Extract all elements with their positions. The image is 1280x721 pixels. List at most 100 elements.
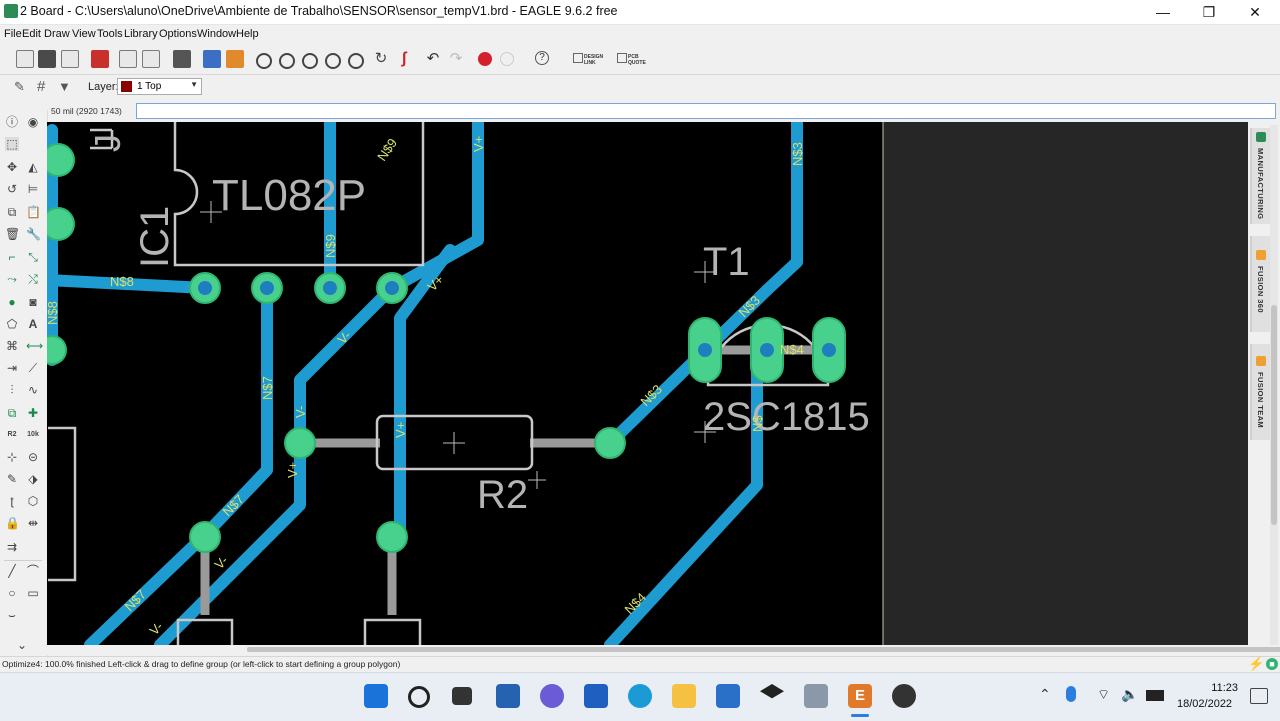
menu-options[interactable]: Options bbox=[159, 28, 197, 40]
length-icon[interactable]: ∿ bbox=[26, 383, 40, 397]
print-icon[interactable] bbox=[61, 50, 79, 68]
menu-edit[interactable]: Edit bbox=[22, 28, 41, 40]
help-icon[interactable]: ? bbox=[535, 51, 549, 65]
ripup-icon[interactable]: ⤳ bbox=[5, 272, 19, 286]
optimize-icon[interactable]: ⤭ bbox=[26, 272, 40, 286]
menu-window[interactable]: Window bbox=[197, 28, 236, 40]
menu-view[interactable]: View bbox=[72, 28, 96, 40]
save-icon[interactable] bbox=[38, 50, 56, 68]
maximize-button[interactable]: ❐ bbox=[1186, 0, 1232, 24]
align-icon[interactable]: ⊨ bbox=[26, 182, 40, 196]
teams-chat-icon[interactable] bbox=[540, 684, 564, 708]
menu-help[interactable]: Help bbox=[236, 28, 259, 40]
redraw-icon[interactable]: ↻ bbox=[372, 50, 390, 68]
copy-icon[interactable]: ⧉ bbox=[5, 205, 19, 219]
wifi-icon[interactable]: ⌔ bbox=[1097, 686, 1110, 704]
move-icon[interactable]: ✥ bbox=[5, 160, 19, 174]
group-polygon-icon[interactable]: ⬡ bbox=[26, 494, 40, 508]
new-file-icon[interactable] bbox=[16, 50, 34, 68]
miter-icon[interactable]: ⟋ bbox=[26, 361, 40, 375]
autorouter-icon[interactable]: ⌘ bbox=[5, 339, 19, 353]
cam-processor-icon[interactable] bbox=[91, 50, 109, 68]
layer-select[interactable]: 1 Top ▼ bbox=[117, 78, 202, 95]
vertical-scrollbar[interactable] bbox=[1270, 125, 1278, 645]
cam-icon[interactable] bbox=[173, 50, 191, 68]
arc-icon[interactable]: ⌒ bbox=[26, 564, 40, 578]
circle-icon[interactable]: ○ bbox=[5, 586, 19, 600]
menu-draw[interactable]: Draw bbox=[44, 28, 70, 40]
polygon-icon[interactable]: ⬠ bbox=[5, 317, 19, 331]
close-button[interactable]: ✕ bbox=[1232, 0, 1278, 24]
battery-icon[interactable] bbox=[1146, 690, 1164, 701]
eagle-taskbar-icon[interactable]: E bbox=[848, 684, 872, 708]
edge-icon[interactable] bbox=[628, 684, 652, 708]
design-link-button[interactable]: DESIGN LINK bbox=[584, 54, 606, 66]
snap-layouts-icon[interactable] bbox=[496, 684, 520, 708]
ulp-icon[interactable] bbox=[226, 50, 244, 68]
value-icon[interactable]: 10k bbox=[26, 428, 40, 442]
meander-icon[interactable]: ⫶ bbox=[5, 383, 19, 397]
select-icon[interactable]: ⬚ bbox=[5, 137, 19, 151]
pcb-quote-button[interactable]: PCB QUOTE bbox=[628, 54, 650, 66]
rectangle-icon[interactable]: ▭ bbox=[26, 586, 40, 600]
store-icon[interactable] bbox=[584, 684, 608, 708]
vertical-scroll-thumb[interactable] bbox=[1271, 305, 1277, 525]
stop-icon[interactable] bbox=[478, 52, 492, 66]
undo-icon[interactable]: ↶ bbox=[424, 50, 442, 68]
script-icon[interactable] bbox=[203, 50, 221, 68]
expand-palette-icon[interactable]: ⌄ bbox=[15, 638, 29, 652]
tag-icon[interactable]: ⬗ bbox=[26, 472, 40, 486]
mirror-icon[interactable]: ◭ bbox=[26, 160, 40, 174]
menu-file[interactable]: File bbox=[4, 28, 22, 40]
zoom-out-icon[interactable] bbox=[302, 53, 318, 69]
windows-start-icon[interactable] bbox=[364, 684, 388, 708]
redo-icon[interactable]: ↷ bbox=[447, 50, 465, 68]
via-icon[interactable]: ● bbox=[5, 295, 19, 309]
stop-command-icon[interactable]: ■ bbox=[1266, 658, 1278, 670]
wrench-icon[interactable]: 🔧 bbox=[26, 227, 41, 241]
clock-date[interactable]: 18/02/2022 bbox=[1177, 698, 1232, 710]
route-icon[interactable]: ⌐ bbox=[5, 250, 19, 264]
filter-icon[interactable]: ▼ bbox=[58, 80, 74, 94]
signal-icon[interactable]: ⟷ bbox=[26, 339, 43, 353]
zoom-in-icon[interactable] bbox=[279, 53, 295, 69]
gateswap-icon[interactable]: ⇉ bbox=[5, 540, 19, 554]
tab-fusion-team[interactable]: FUSION TEAM bbox=[1250, 344, 1270, 440]
horizontal-scrollbar[interactable] bbox=[47, 645, 1280, 655]
fanout-icon[interactable]: ⧉ bbox=[5, 406, 19, 420]
volume-icon[interactable]: 🔈 bbox=[1121, 686, 1138, 703]
wire-icon[interactable]: ╱ bbox=[5, 564, 19, 578]
delete-icon[interactable]: 🗑 bbox=[5, 227, 20, 241]
tab-manufacturing[interactable]: MANUFACTURING bbox=[1250, 128, 1270, 224]
menu-library[interactable]: Library bbox=[124, 28, 158, 40]
chevron-up-icon[interactable]: ⌃ bbox=[1039, 686, 1051, 703]
smash-icon[interactable]: ⊹ bbox=[5, 450, 19, 464]
ratio-icon[interactable]: R2 bbox=[5, 428, 19, 442]
rotate-icon[interactable]: ↺ bbox=[5, 182, 19, 196]
horizontal-scroll-thumb[interactable] bbox=[247, 647, 1280, 652]
grid-icon[interactable]: # bbox=[37, 79, 53, 95]
mail-icon[interactable] bbox=[716, 684, 740, 708]
microphone-icon[interactable] bbox=[1066, 686, 1076, 702]
show-eye-icon[interactable]: ◉ bbox=[26, 115, 40, 129]
group-icon[interactable]: ʈ bbox=[5, 494, 19, 508]
tab-fusion-360[interactable]: FUSION 360 bbox=[1250, 236, 1270, 332]
minimize-button[interactable]: — bbox=[1140, 0, 1186, 24]
clock-time[interactable]: 11:23 bbox=[1208, 682, 1238, 694]
layer-settings-icon[interactable]: ✎ bbox=[14, 80, 30, 94]
notifications-icon[interactable] bbox=[1250, 688, 1268, 704]
zoom-redraw-icon[interactable] bbox=[325, 53, 341, 69]
task-view-icon[interactable] bbox=[452, 687, 472, 705]
info-icon[interactable]: ⓘ bbox=[5, 115, 19, 129]
schematic-icon[interactable] bbox=[142, 50, 160, 68]
go-icon[interactable] bbox=[500, 52, 514, 66]
attribute-icon[interactable]: ✎ bbox=[5, 472, 19, 486]
command-input[interactable] bbox=[136, 103, 1276, 119]
pcb-canvas[interactable]: TL082P IC1 J T1 2SC1815 R2 N$9 V+ N$3 N$… bbox=[47, 122, 1269, 645]
lightning-icon[interactable]: ⚡ bbox=[1248, 657, 1264, 671]
change-icon[interactable]: ⊝ bbox=[26, 450, 40, 464]
hole-icon[interactable]: ◙ bbox=[26, 295, 40, 309]
zoom-fit-icon[interactable] bbox=[256, 53, 272, 69]
ratsnest-icon[interactable]: ʃ bbox=[395, 50, 413, 68]
menu-tools[interactable]: Tools bbox=[97, 28, 123, 40]
